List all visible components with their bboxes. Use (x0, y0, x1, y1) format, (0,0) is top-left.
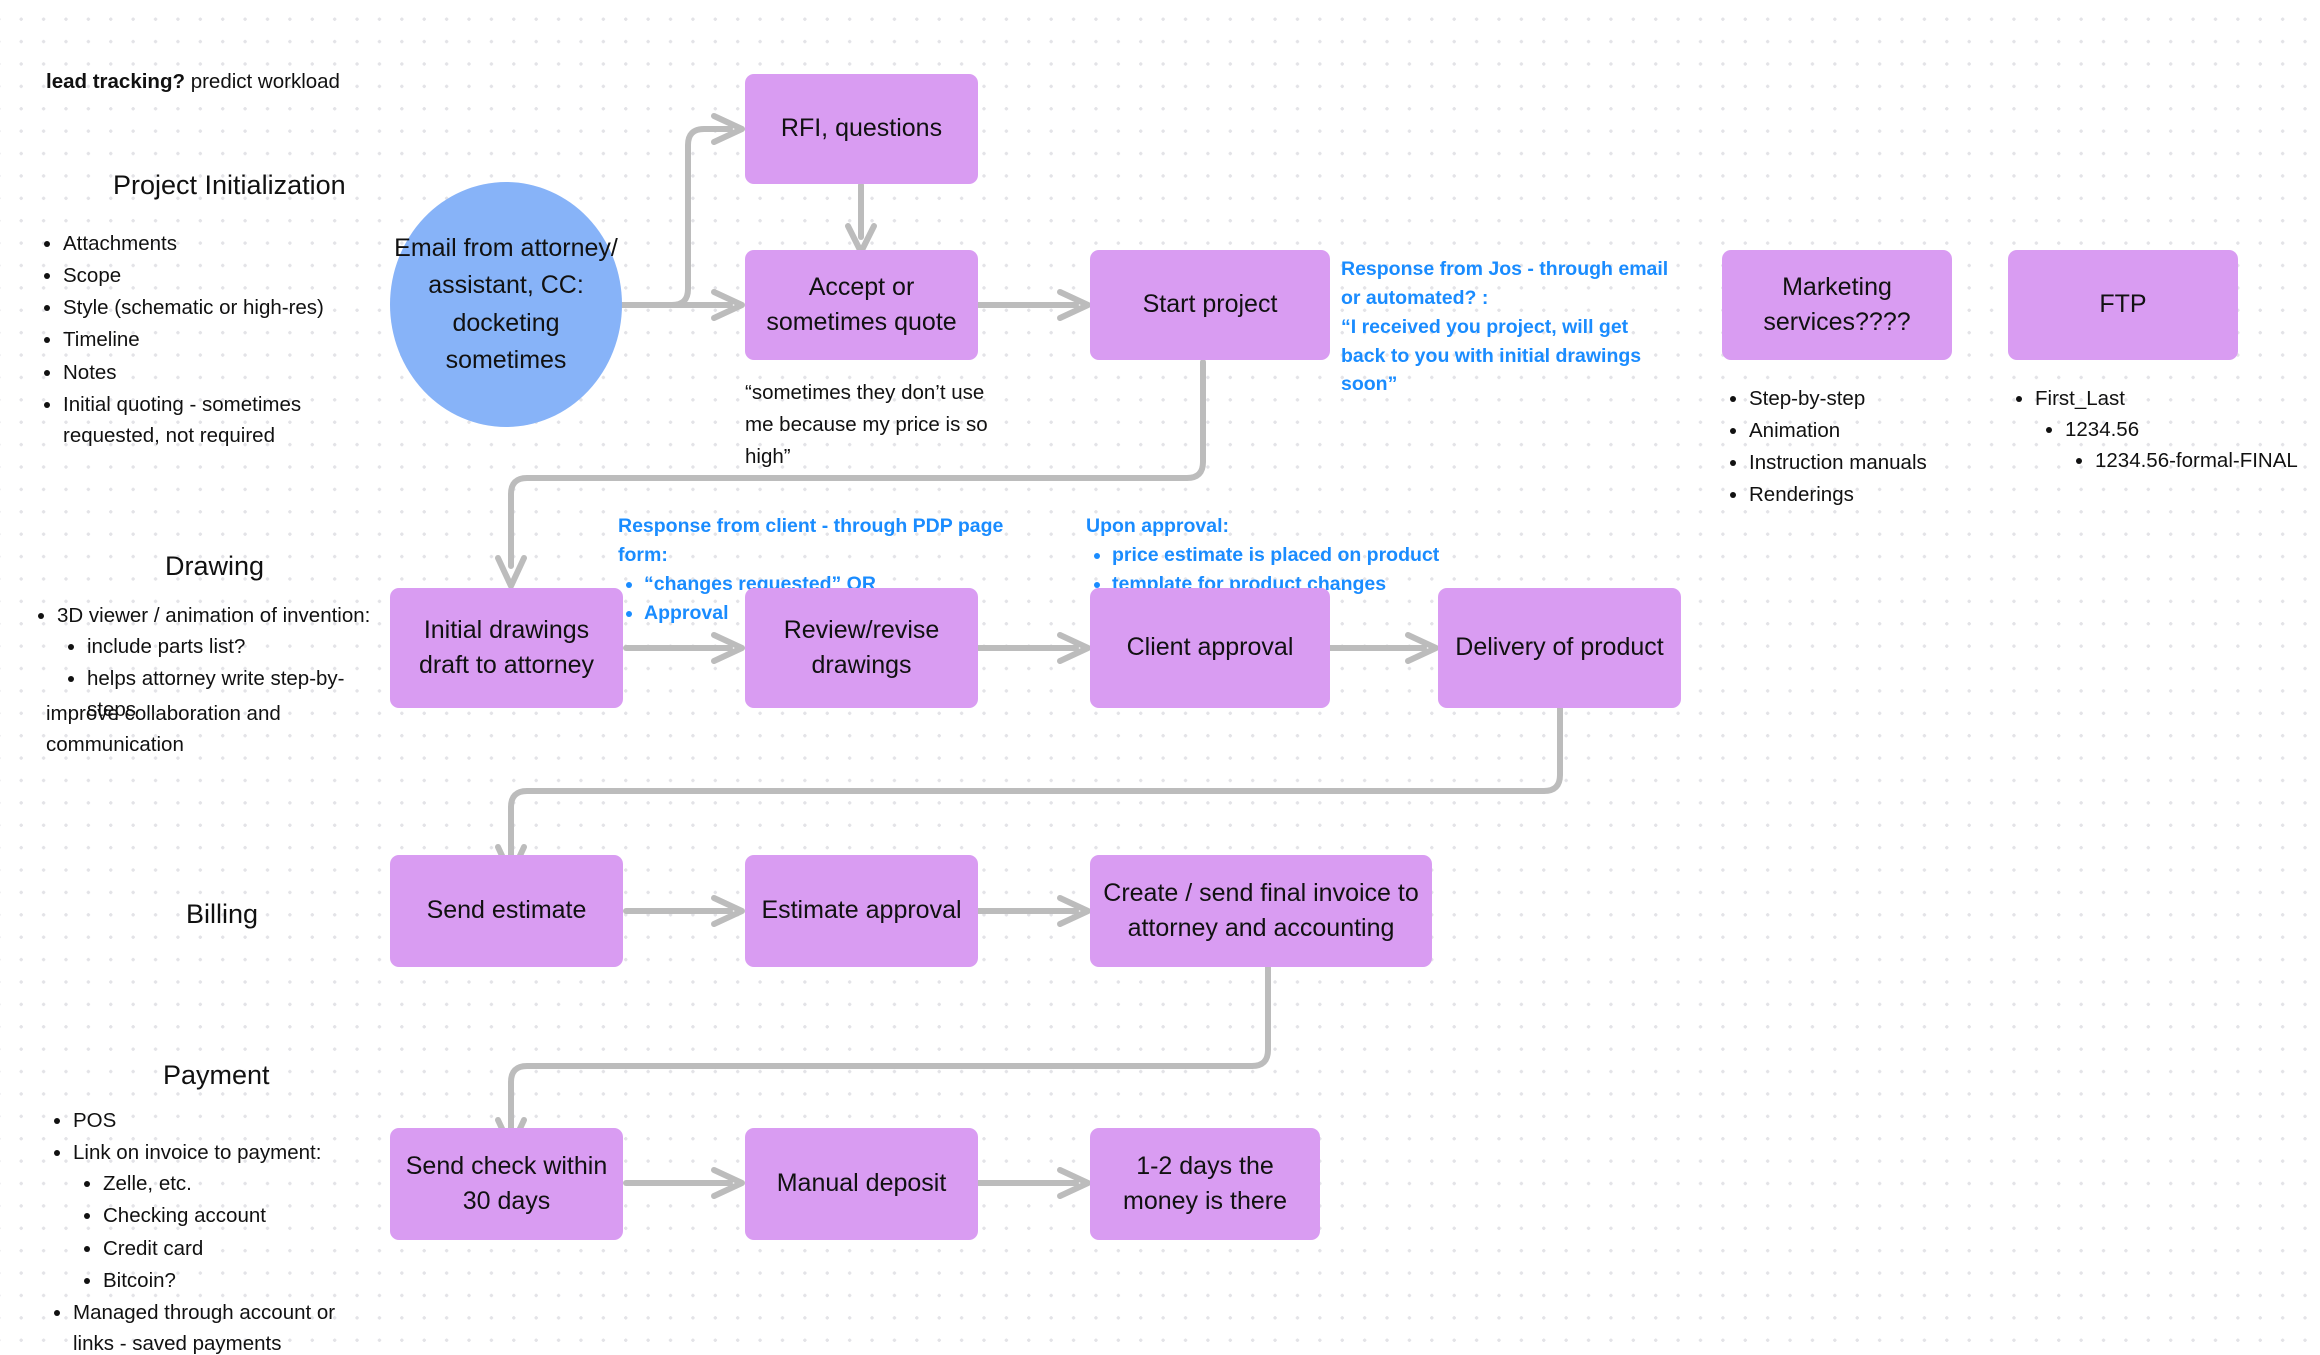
node-email-from-attorney[interactable]: Email from attorney/ assistant, CC: dock… (390, 182, 622, 427)
annotation-jos-line2: “I received you project, will get back t… (1341, 315, 1642, 396)
node-ftp[interactable]: FTP (2008, 250, 2238, 360)
list-item: Notes (63, 357, 376, 388)
node-accept-label: Accept or sometimes quote (766, 272, 957, 337)
node-estimate-approval[interactable]: Estimate approval (745, 855, 978, 967)
list-item: 1234.56-formal-FINAL (2095, 445, 2308, 476)
node-accept-or-quote[interactable]: Accept or sometimes quote (745, 250, 978, 360)
lead-tracking-note: lead tracking? predict workload (46, 70, 340, 94)
ftp-subsublist: 1234.56-formal-FINAL (2065, 445, 2308, 476)
ftp-list: First_Last 1234.56 1234.56-formal-FINAL (2008, 383, 2308, 476)
list-item: Managed through account or links - saved… (73, 1297, 376, 1355)
node-start-project-label: Start project (1142, 290, 1278, 319)
annotation-client-response-title: Response from client - through PDP page … (618, 515, 1004, 566)
arrowhead-accept (711, 289, 745, 321)
list-item: Scope (63, 260, 376, 291)
list-item: include parts list? (87, 631, 390, 662)
list-item: 1234.56 1234.56-formal-FINAL (2065, 414, 2308, 476)
list-item: Style (schematic or high-res) (63, 292, 376, 323)
ftp-bullets: First_Last 1234.56 1234.56-formal-FINAL (2008, 383, 2308, 477)
list-item: Step-by-step (1749, 383, 1982, 414)
node-delivery-of-product[interactable]: Delivery of product (1438, 588, 1681, 708)
project-initialization-list: Attachments Scope Style (schematic or hi… (36, 228, 376, 451)
wire-delivery-to-send-estimate (508, 697, 1563, 858)
annotation-upon-approval-title: Upon approval: (1086, 515, 1230, 537)
node-ftp-label: FTP (2099, 290, 2147, 319)
node-client-approval-label: Client approval (1126, 633, 1294, 662)
section-title-project-initialization: Project Initialization (113, 170, 346, 200)
ftp-sublist: 1234.56 1234.56-formal-FINAL (2035, 414, 2308, 476)
node-delivery-label: Delivery of product (1455, 633, 1664, 662)
node-money-is-there[interactable]: 1-2 days the money is there (1090, 1128, 1320, 1240)
list-item: Link on invoice to payment: Zelle, etc. … (73, 1137, 376, 1296)
node-manual-deposit-label: Manual deposit (776, 1169, 947, 1198)
list-item: Bitcoin? (103, 1265, 376, 1296)
marketing-list: Step-by-step Animation Instruction manua… (1722, 383, 1982, 511)
node-send-estimate[interactable]: Send estimate (390, 855, 623, 967)
node-final-invoice-label: Create / send final invoice to attorney … (1103, 878, 1419, 943)
arrowhead-estimate-approval (711, 895, 745, 927)
payment-sublist: Zelle, etc. Checking account Credit card… (73, 1168, 376, 1296)
node-review-revise-label: Review/revise drawings (783, 615, 940, 680)
list-item: Timeline (63, 324, 376, 355)
list-item: Checking account (103, 1200, 376, 1231)
section-title-payment: Payment (163, 1060, 270, 1090)
list-item: Renderings (1749, 479, 1982, 510)
annotation-jos-response: Response from Jos - through email or aut… (1341, 255, 1671, 399)
list-item: POS (73, 1105, 376, 1136)
node-send-estimate-label: Send estimate (426, 896, 587, 925)
node-email-label: Email from attorney/ assistant, CC: dock… (394, 233, 618, 375)
node-send-check-label: Send check within 30 days (405, 1151, 608, 1216)
wire-email-to-rfi (619, 126, 733, 308)
node-estimate-approval-label: Estimate approval (761, 896, 962, 925)
arrowhead-delivery (1405, 632, 1439, 664)
node-manual-deposit[interactable]: Manual deposit (745, 1128, 978, 1240)
arrowhead-rfi-accept (845, 223, 877, 255)
list-item: Zelle, etc. (103, 1168, 376, 1199)
arrowhead-rfi (711, 113, 745, 145)
project-initialization-bullets: Attachments Scope Style (schematic or hi… (36, 228, 376, 452)
arrowhead-final-invoice (1057, 895, 1091, 927)
node-review-revise-drawings[interactable]: Review/revise drawings (745, 588, 978, 708)
list-item: Initial quoting - sometimes requested, n… (63, 389, 376, 451)
list-item: Animation (1749, 415, 1982, 446)
list-item: First_Last 1234.56 1234.56-formal-FINAL (2035, 383, 2308, 476)
node-marketing-label: Marketing services???? (1763, 272, 1911, 337)
arrowhead-client-approval (1057, 632, 1091, 664)
node-initial-drawings-label: Initial drawings draft to attorney (418, 615, 595, 680)
annotation-upon-approval: Upon approval: price estimate is placed … (1086, 512, 1486, 599)
wire-final-invoice-to-send-check (508, 962, 1271, 1131)
section-title-billing: Billing (186, 899, 259, 929)
arrowhead-review (711, 632, 745, 664)
node-send-check[interactable]: Send check within 30 days (390, 1128, 623, 1240)
lead-tracking-note-bold: lead tracking? (46, 70, 185, 93)
node-client-approval[interactable]: Client approval (1090, 588, 1330, 708)
list-item: price estimate is placed on product (1112, 541, 1486, 570)
whiteboard-canvas[interactable]: lead tracking? predict workload Project … (0, 0, 2320, 1355)
arrowhead-start (1057, 289, 1091, 321)
section-title-drawing: Drawing (165, 551, 265, 581)
arrowhead-manual-deposit (711, 1167, 745, 1199)
node-rfi-questions[interactable]: RFI, questions (745, 74, 978, 184)
marketing-bullets: Step-by-step Animation Instruction manua… (1722, 383, 1982, 512)
node-final-invoice[interactable]: Create / send final invoice to attorney … (1090, 855, 1432, 967)
list-item: Attachments (63, 228, 376, 259)
annotation-accept-quote: “sometimes they don’t use me because my … (745, 381, 988, 468)
payment-bullets: POS Link on invoice to payment: Zelle, e… (46, 1105, 376, 1355)
list-item: Instruction manuals (1749, 447, 1982, 478)
arrowhead-initial-drawings (495, 555, 527, 589)
node-marketing-services[interactable]: Marketing services???? (1722, 250, 1952, 360)
node-money-is-there-label: 1-2 days the money is there (1123, 1151, 1287, 1216)
node-initial-drawings[interactable]: Initial drawings draft to attorney (390, 588, 623, 708)
lead-tracking-note-rest: predict workload (185, 70, 340, 93)
annotation-jos-line1: Response from Jos - through email or aut… (1341, 258, 1669, 309)
payment-list: POS Link on invoice to payment: Zelle, e… (46, 1105, 376, 1355)
arrowhead-money (1057, 1167, 1091, 1199)
drawing-footer-note: improve collaboration and communication (46, 702, 281, 757)
node-start-project[interactable]: Start project (1090, 250, 1330, 360)
node-rfi-label: RFI, questions (780, 114, 943, 143)
list-item: Credit card (103, 1233, 376, 1264)
